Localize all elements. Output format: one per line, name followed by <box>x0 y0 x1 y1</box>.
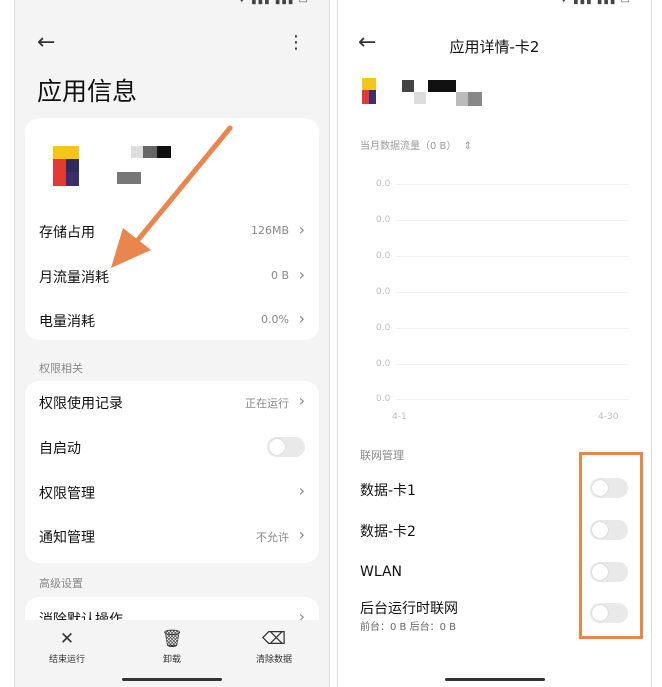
fg-bg-usage-text: 前台：0 B 后台：0 B <box>360 622 456 633</box>
app-name-pixelated <box>402 80 482 108</box>
gridline <box>396 399 629 400</box>
right-screen: ✦ ▮▮▮ ▮▮▮ ▭ ← 应用详情-卡2 当月数据流量（0 B） ⇕ 0.0 … <box>337 0 652 687</box>
gridline <box>396 292 629 293</box>
gridline <box>396 184 629 185</box>
section-advanced: 高级设置 <box>39 577 83 590</box>
permission-manage-row[interactable]: 权限管理 › <box>25 471 319 515</box>
gridline <box>396 328 629 329</box>
y-tick-label: 0.0 <box>376 287 391 297</box>
clear-data-button[interactable]: ⌫ 清除数据 <box>234 628 314 665</box>
uninstall-button[interactable]: 🗑 卸载 <box>132 628 212 665</box>
data-period-label: 当月数据流量（0 B） <box>360 141 457 152</box>
y-tick-label: 0.0 <box>376 394 391 404</box>
eraser-icon: ⌫ <box>261 629 287 649</box>
close-icon: ✕ <box>59 629 75 649</box>
permission-history-row[interactable]: 权限使用记录 正在运行 › <box>25 381 319 425</box>
permissions-card: 权限使用记录 正在运行 › 自启动 权限管理 › 通知管理 不允许 › <box>25 381 319 563</box>
chevron-right-icon: › <box>298 525 305 544</box>
autostart-row: 自启动 <box>25 426 319 470</box>
bottom-action-bar: ✕ 结束运行 🗑 卸载 ⌫ 清除数据 <box>15 620 329 687</box>
section-network: 联网管理 <box>360 449 404 462</box>
trash-icon: 🗑 <box>161 629 183 649</box>
clear-data-label: 清除数据 <box>255 655 292 665</box>
section-permissions: 权限相关 <box>39 362 83 375</box>
chevron-right-icon: › <box>298 309 305 328</box>
y-tick-label: 0.0 <box>376 251 391 261</box>
annotation-highlight-box <box>579 452 643 639</box>
y-tick-label: 0.0 <box>376 179 391 189</box>
annotation-arrow <box>111 125 233 268</box>
notification-manage-value: 不允许 <box>256 531 289 544</box>
x-tick-label: 4-30 <box>598 412 619 422</box>
status-bar: ✦ ▮▮▮ ▮▮▮ ▭ <box>338 0 651 14</box>
status-icons: ✦ ▮▮▮ ▮▮▮ ▭ <box>559 0 631 6</box>
sort-updown-icon: ⇕ <box>463 141 472 152</box>
y-tick-label: 0.0 <box>376 215 391 225</box>
battery-label: 电量消耗 <box>39 314 95 330</box>
y-tick-label: 0.0 <box>376 323 391 333</box>
force-stop-label: 结束运行 <box>48 655 85 665</box>
left-screen: ✦ ▮▮▮ ▮▮▮ ▭ ← ⋮ 应用信息 存储占用 126MB › 月流量消耗 … <box>14 0 330 687</box>
app-icon <box>362 78 378 106</box>
home-indicator <box>122 678 222 681</box>
background-network-label: 后台运行时联网 <box>360 601 458 617</box>
home-indicator <box>444 678 545 681</box>
battery-row[interactable]: 电量消耗 0.0% › <box>25 299 319 343</box>
permission-manage-label: 权限管理 <box>39 486 95 502</box>
chevron-right-icon: › <box>298 481 305 500</box>
gridline <box>396 256 629 257</box>
force-stop-button[interactable]: ✕ 结束运行 <box>27 628 107 665</box>
battery-value: 0.0% <box>261 313 289 326</box>
x-tick-label: 4-1 <box>392 412 407 422</box>
sim1-data-label: 数据-卡1 <box>360 483 416 499</box>
notification-manage-row[interactable]: 通知管理 不允许 › <box>25 515 319 559</box>
data-usage-chart: 0.0 0.0 0.0 0.0 0.0 0.0 0.0 4-1 4-30 <box>338 170 651 430</box>
gridline <box>396 220 629 221</box>
sim2-data-label: 数据-卡2 <box>360 524 416 540</box>
data-period-selector[interactable]: 当月数据流量（0 B） ⇕ <box>360 137 472 152</box>
permission-history-value: 正在运行 <box>245 397 289 410</box>
y-tick-label: 0.0 <box>376 359 391 369</box>
page-title: 应用详情-卡2 <box>449 38 540 56</box>
autostart-toggle[interactable] <box>267 437 305 457</box>
uninstall-label: 卸载 <box>162 655 181 665</box>
notification-manage-label: 通知管理 <box>39 530 95 546</box>
chevron-right-icon: › <box>298 391 305 410</box>
permission-history-label: 权限使用记录 <box>39 396 123 412</box>
gridline <box>396 364 629 365</box>
autostart-label: 自启动 <box>39 441 81 457</box>
wlan-label: WLAN <box>360 564 403 580</box>
